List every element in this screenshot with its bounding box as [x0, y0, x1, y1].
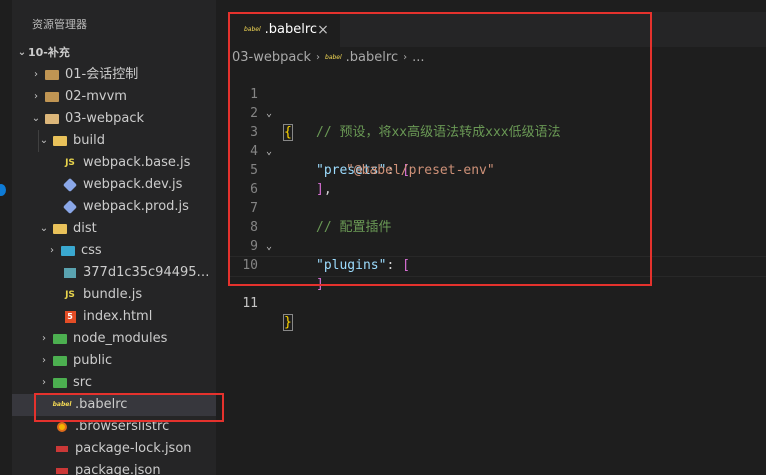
- chevron-right-icon: ›: [42, 355, 46, 366]
- css-folder-icon: [60, 244, 76, 258]
- tree-item-label: package.json: [75, 463, 161, 475]
- code-line: 3 ⌄ "presets": [: [230, 104, 766, 178]
- code-line: 2 // 预设，将xx高级语法转成xxx低级语法: [230, 85, 766, 140]
- activity-indicator-dot: [0, 184, 6, 196]
- workspace-label: 10-补充: [28, 46, 70, 59]
- code-line: 7 // 配置插件: [230, 180, 766, 235]
- folder-open-icon: [44, 112, 60, 126]
- tree-item-01-session[interactable]: › 01-会话控制: [12, 64, 216, 86]
- tree-item-webpack-dev[interactable]: webpack.dev.js: [12, 174, 216, 196]
- folder-icon: [44, 90, 60, 104]
- javascript-file-icon: JS: [65, 290, 75, 300]
- code-line-current: 11 }: [230, 256, 766, 331]
- tree-item-label: .babelrc: [75, 397, 128, 412]
- tree-item-label: node_modules: [73, 331, 168, 346]
- tree-item-webpack-prod[interactable]: webpack.prod.js: [12, 196, 216, 218]
- code-line: 5 ],: [230, 142, 766, 197]
- folder-open-icon: [52, 222, 68, 236]
- tree-item-src[interactable]: › src: [12, 372, 216, 394]
- tree-item-label: build: [73, 133, 105, 148]
- chevron-right-icon: ›: [42, 377, 46, 388]
- tree-item-babelrc[interactable]: babel .babelrc: [12, 394, 216, 416]
- folder-icon: [44, 68, 60, 82]
- folder-open-icon: [52, 134, 68, 148]
- chevron-down-icon: ⌄: [39, 135, 49, 146]
- tree-item-label: 03-webpack: [65, 111, 145, 126]
- npm-file-icon: [54, 442, 70, 456]
- chevron-down-icon: ⌄: [39, 223, 49, 234]
- tree-item-package-lock[interactable]: package-lock.json: [12, 438, 216, 460]
- javascript-file-icon: JS: [65, 158, 75, 168]
- tree-item-node-modules[interactable]: › node_modules: [12, 328, 216, 350]
- chevron-right-icon: ›: [42, 333, 46, 344]
- close-icon[interactable]: ×: [317, 22, 329, 38]
- editor-tab-bar: babel .babelrc ×: [230, 12, 766, 47]
- code-line: 10 ]: [230, 237, 766, 292]
- chevron-down-icon: ⌄: [31, 113, 41, 124]
- chevron-down-icon: ⌄: [17, 47, 27, 58]
- chevron-right-icon: ›: [34, 91, 38, 102]
- close-brace: }: [283, 314, 293, 331]
- tree-item-webpack-base[interactable]: JS webpack.base.js: [12, 152, 216, 174]
- code-line: 1 ⌄ {: [230, 66, 766, 141]
- tree-item-label: src: [73, 375, 92, 390]
- tree-item-label: public: [73, 353, 113, 368]
- node-folder-icon: [52, 332, 68, 346]
- tree-item-label: css: [81, 243, 102, 258]
- webpack-file-icon: [62, 177, 78, 193]
- babel-file-icon: babel: [244, 26, 261, 33]
- tree-item-css[interactable]: › css: [12, 240, 216, 262]
- explorer-title: 资源管理器: [32, 18, 87, 31]
- current-line-highlight: [230, 256, 766, 277]
- tree-item-label: index.html: [83, 309, 153, 324]
- browserslist-file-icon: [54, 420, 70, 434]
- tree-item-dist[interactable]: ⌄ dist: [12, 218, 216, 240]
- line-number: 11: [242, 296, 258, 311]
- babel-file-icon: babel: [52, 401, 72, 408]
- code-line: 8 ⌄ "plugins": [: [230, 199, 766, 273]
- tree-item-browserslistrc[interactable]: .browserslistrc: [12, 416, 216, 438]
- tab-babelrc[interactable]: babel .babelrc ×: [230, 12, 340, 47]
- html-file-icon: 5: [62, 310, 78, 324]
- public-folder-icon: [52, 354, 68, 368]
- close-bracket: ]: [316, 277, 324, 292]
- tree-item-build[interactable]: ⌄ build: [12, 130, 216, 152]
- chevron-right-icon: ›: [34, 69, 38, 80]
- code-line: 4 "@babel/preset-env": [230, 123, 766, 178]
- tab-label: .babelrc: [264, 22, 318, 37]
- tree-item-label: webpack.prod.js: [83, 199, 189, 214]
- tree-item-label: webpack.base.js: [83, 155, 191, 170]
- chevron-right-icon: ›: [50, 245, 54, 256]
- tree-item-package-json[interactable]: package.json: [12, 460, 216, 475]
- tree-item-03-webpack[interactable]: ⌄ 03-webpack: [12, 108, 216, 130]
- code-line: 9: [230, 218, 766, 254]
- tree-item-label: 01-会话控制: [65, 67, 139, 82]
- tree-item-image[interactable]: 377d1c35c944957c5...: [12, 262, 216, 284]
- tree-item-label: 377d1c35c944957c5...: [83, 265, 216, 280]
- image-file-icon: [62, 266, 78, 280]
- tree-item-label: bundle.js: [83, 287, 143, 302]
- tree-item-02-mvvm[interactable]: › 02-mvvm: [12, 86, 216, 108]
- code-editor[interactable]: 1 ⌄ { 2 // 预设，将xx高级语法转成xxx低级语法 3 ⌄ "pres…: [230, 66, 766, 331]
- tree-item-bundle[interactable]: JS bundle.js: [12, 284, 216, 306]
- code-line: 6: [230, 161, 766, 197]
- tree-item-label: 02-mvvm: [65, 89, 127, 104]
- src-folder-icon: [52, 376, 68, 390]
- indent-guide: [38, 130, 39, 152]
- tree-item-label: dist: [73, 221, 97, 236]
- explorer-sidebar: 资源管理器 ⌄ 10-补充 › 01-会话控制 › 02-mvvm ⌄ 03-w…: [12, 0, 216, 475]
- workspace-section-header[interactable]: ⌄ 10-补充: [12, 42, 216, 64]
- webpack-file-icon: [62, 199, 78, 215]
- tree-item-public[interactable]: › public: [12, 350, 216, 372]
- tree-item-label: .browserslistrc: [75, 419, 170, 434]
- tree-item-index-html[interactable]: 5 index.html: [12, 306, 216, 328]
- tree-item-label: webpack.dev.js: [83, 177, 183, 192]
- npm-file-icon: [54, 464, 70, 475]
- tree-item-label: package-lock.json: [75, 441, 192, 456]
